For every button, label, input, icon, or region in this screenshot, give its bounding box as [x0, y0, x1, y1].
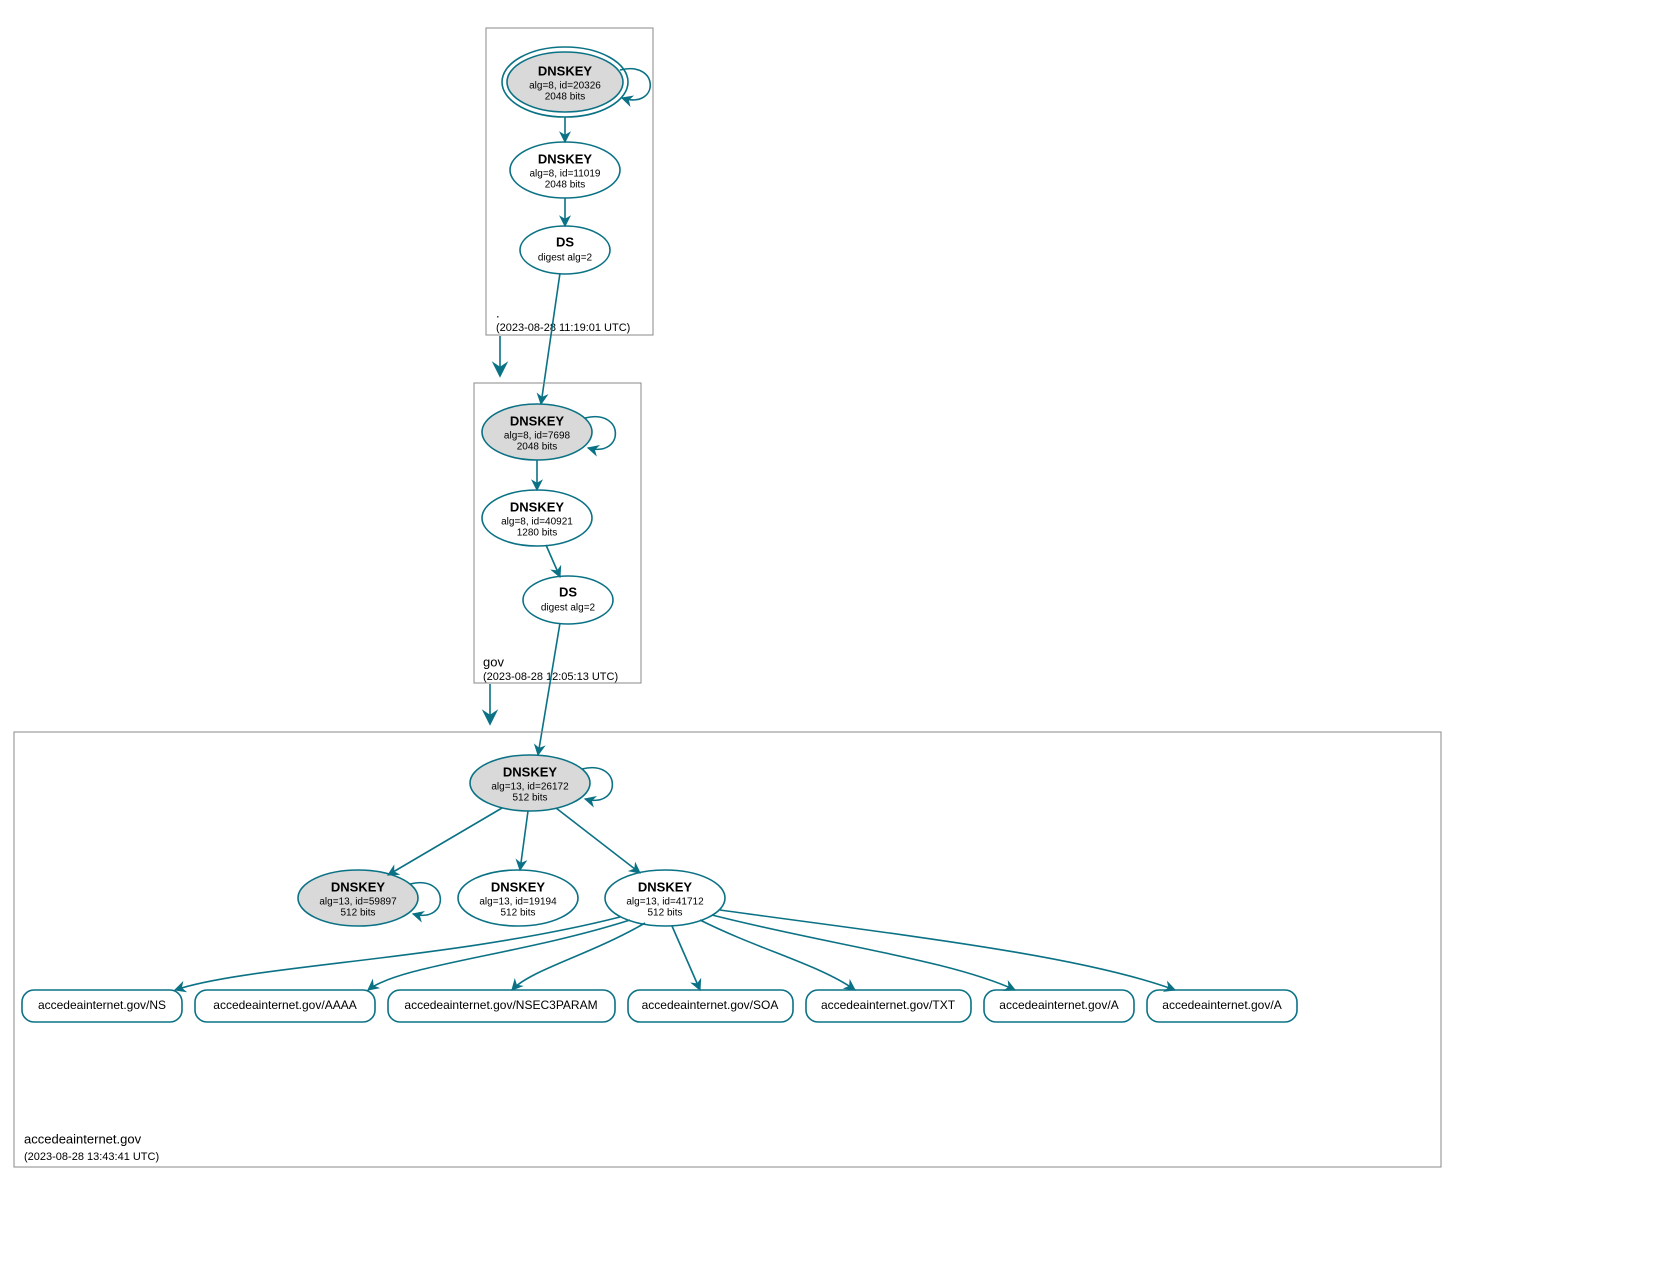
node-root-ds: DS digest alg=2: [520, 226, 610, 274]
edge-key3-rr0: [175, 917, 620, 990]
node-leaf-ksk: DNSKEY alg=13, id=26172 512 bits: [470, 755, 590, 811]
edge-root-ds-gov-ksk: [541, 273, 560, 404]
zone-leaf-ts: (2023-08-28 13:43:41 UTC): [24, 1151, 159, 1163]
svg-text:DNSKEY: DNSKEY: [510, 413, 565, 428]
rr-ns: accedeainternet.gov/NS: [22, 990, 182, 1022]
node-leaf-key2: DNSKEY alg=13, id=19194 512 bits: [458, 870, 578, 926]
edge-leaf-ksk-key3: [556, 808, 640, 873]
node-root-ksk: DNSKEY alg=8, id=20326 2048 bits: [502, 47, 628, 117]
svg-text:alg=8, id=40921: alg=8, id=40921: [501, 517, 573, 528]
svg-text:accedeainternet.gov/A: accedeainternet.gov/A: [1162, 998, 1281, 1012]
svg-text:DNSKEY: DNSKEY: [638, 879, 693, 894]
rr-nsec3param: accedeainternet.gov/NSEC3PARAM: [388, 990, 615, 1022]
edge-key3-rr2: [512, 923, 645, 990]
svg-text:alg=13, id=59897: alg=13, id=59897: [319, 897, 397, 908]
svg-text:1280 bits: 1280 bits: [517, 528, 558, 539]
svg-text:alg=13, id=26172: alg=13, id=26172: [491, 782, 569, 793]
svg-text:DNSKEY: DNSKEY: [538, 63, 593, 78]
svg-text:accedeainternet.gov/TXT: accedeainternet.gov/TXT: [821, 998, 956, 1012]
svg-text:DNSKEY: DNSKEY: [538, 151, 593, 166]
rr-txt: accedeainternet.gov/TXT: [806, 990, 971, 1022]
edge-key3-rr6: [720, 910, 1175, 990]
svg-text:512 bits: 512 bits: [500, 908, 535, 919]
node-root-zsk: DNSKEY alg=8, id=11019 2048 bits: [510, 142, 620, 198]
svg-text:alg=8, id=7698: alg=8, id=7698: [504, 431, 571, 442]
svg-text:512 bits: 512 bits: [340, 908, 375, 919]
node-gov-zsk: DNSKEY alg=8, id=40921 1280 bits: [482, 490, 592, 546]
zone-leaf-label: accedeainternet.gov: [24, 1131, 142, 1146]
svg-text:DS: DS: [559, 584, 577, 599]
rr-aaaa: accedeainternet.gov/AAAA: [195, 990, 375, 1022]
svg-text:DNSKEY: DNSKEY: [510, 499, 565, 514]
svg-text:DS: DS: [556, 234, 574, 249]
edge-leaf-ksk-key2: [520, 811, 528, 870]
svg-text:accedeainternet.gov/NSEC3PARAM: accedeainternet.gov/NSEC3PARAM: [404, 998, 597, 1012]
zone-root-label: .: [496, 305, 500, 320]
svg-text:2048 bits: 2048 bits: [517, 442, 558, 453]
edge-leaf-ksk-key1: [388, 808, 502, 875]
edge-key3-rr3: [672, 926, 700, 990]
rr-a-2: accedeainternet.gov/A: [1147, 990, 1297, 1022]
edge-gov-zsk-ds: [546, 545, 560, 577]
svg-text:digest alg=2: digest alg=2: [538, 253, 593, 264]
svg-text:accedeainternet.gov/NS: accedeainternet.gov/NS: [38, 998, 166, 1012]
svg-text:digest alg=2: digest alg=2: [541, 603, 596, 614]
svg-text:accedeainternet.gov/SOA: accedeainternet.gov/SOA: [642, 998, 779, 1012]
svg-text:512 bits: 512 bits: [647, 908, 682, 919]
edge-gov-ds-leaf-ksk: [538, 623, 560, 755]
svg-text:DNSKEY: DNSKEY: [491, 879, 546, 894]
node-gov-ds: DS digest alg=2: [523, 576, 613, 624]
rr-a-1: accedeainternet.gov/A: [984, 990, 1134, 1022]
svg-text:DNSKEY: DNSKEY: [503, 764, 558, 779]
svg-text:512 bits: 512 bits: [512, 793, 547, 804]
zone-root-ts: (2023-08-28 11:19:01 UTC): [496, 322, 630, 334]
svg-text:2048 bits: 2048 bits: [545, 92, 586, 103]
svg-text:accedeainternet.gov/AAAA: accedeainternet.gov/AAAA: [213, 998, 356, 1012]
svg-text:DNSKEY: DNSKEY: [331, 879, 386, 894]
svg-text:alg=8, id=11019: alg=8, id=11019: [530, 169, 601, 180]
zone-leaf-box: [14, 732, 1441, 1167]
svg-text:alg=13, id=19194: alg=13, id=19194: [479, 897, 557, 908]
svg-text:accedeainternet.gov/A: accedeainternet.gov/A: [999, 998, 1118, 1012]
edge-key3-rr5: [712, 915, 1015, 990]
zone-leaf: accedeainternet.gov (2023-08-28 13:43:41…: [14, 732, 1441, 1167]
svg-text:2048 bits: 2048 bits: [545, 180, 586, 191]
rr-soa: accedeainternet.gov/SOA: [628, 990, 793, 1022]
svg-text:alg=13, id=41712: alg=13, id=41712: [626, 897, 704, 908]
dnssec-graph: . (2023-08-28 11:19:01 UTC) DNSKEY alg=8…: [0, 0, 1659, 1278]
zone-gov-label: gov: [483, 654, 504, 669]
node-leaf-key3: DNSKEY alg=13, id=41712 512 bits: [605, 870, 725, 926]
svg-text:alg=8, id=20326: alg=8, id=20326: [529, 81, 601, 92]
rr-row: accedeainternet.gov/NS accedeainternet.g…: [22, 990, 1297, 1022]
node-gov-ksk: DNSKEY alg=8, id=7698 2048 bits: [482, 404, 592, 460]
node-leaf-key1: DNSKEY alg=13, id=59897 512 bits: [298, 870, 418, 926]
zone-root: . (2023-08-28 11:19:01 UTC) DNSKEY alg=8…: [486, 28, 653, 335]
